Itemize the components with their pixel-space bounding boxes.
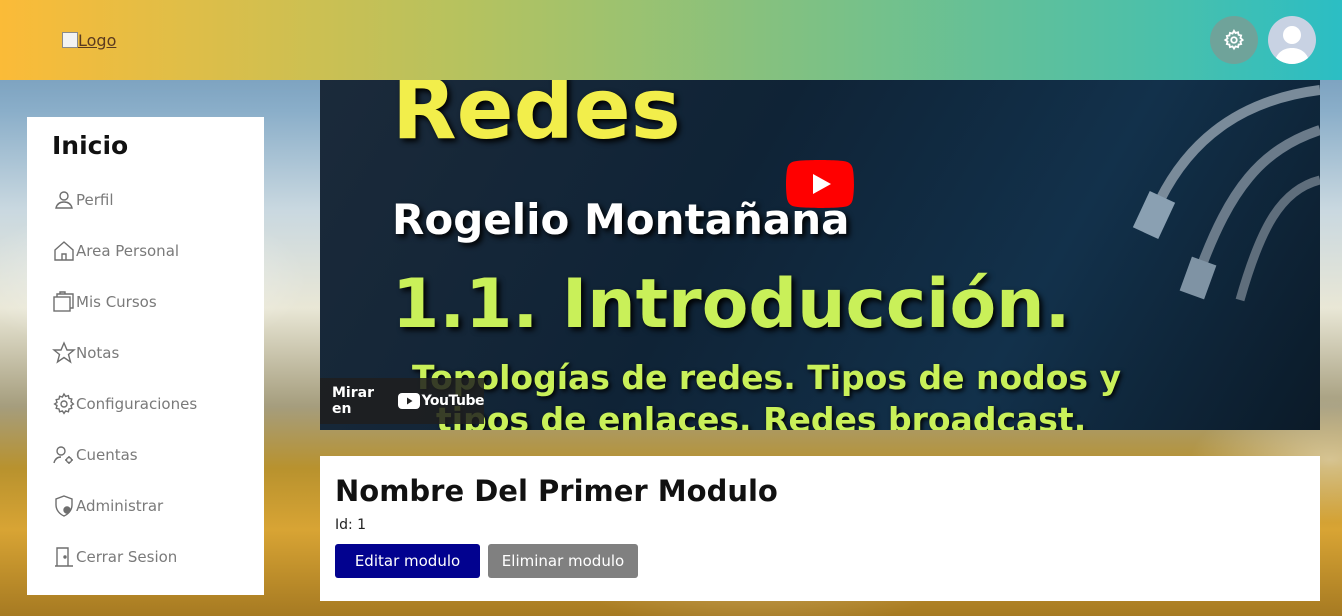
video-subtitle-line-1: Topologías de redes. Tipos de nodos y bbox=[412, 358, 1122, 397]
sidebar-item-cuentas[interactable]: Cuentas bbox=[52, 441, 138, 469]
sidebar-title: Inicio bbox=[52, 131, 129, 160]
sidebar-item-perfil[interactable]: Perfil bbox=[52, 186, 114, 214]
users-gear-icon bbox=[53, 446, 73, 464]
top-bar: Logo bbox=[0, 0, 1342, 80]
youtube-play-button[interactable] bbox=[786, 160, 854, 208]
youtube-logo: YouTube bbox=[397, 393, 485, 409]
shield-icon bbox=[55, 495, 73, 517]
sidebar-item-label: Configuraciones bbox=[76, 395, 198, 413]
delete-module-button[interactable]: Eliminar modulo bbox=[488, 544, 638, 578]
user-avatar[interactable] bbox=[1268, 16, 1316, 64]
video-author-text: Rogelio Montañana bbox=[392, 195, 850, 244]
module-name: Nombre Del Primer Modulo bbox=[335, 474, 778, 508]
door-icon bbox=[55, 547, 73, 567]
sidebar-item-label: Perfil bbox=[76, 191, 114, 209]
star-icon bbox=[52, 341, 76, 364]
sidebar-item-area-personal[interactable]: Area Personal bbox=[52, 237, 179, 265]
gear-icon bbox=[1223, 29, 1245, 51]
sidebar-item-label: Administrar bbox=[76, 497, 164, 515]
gear-icon bbox=[53, 392, 75, 415]
watch-on-label: Mirar en bbox=[332, 385, 374, 417]
broken-image-icon bbox=[62, 32, 78, 48]
sidebar-item-notas[interactable]: Notas bbox=[52, 339, 119, 367]
youtube-wordmark: YouTube bbox=[421, 393, 485, 409]
sidebar-item-configuraciones[interactable]: Configuraciones bbox=[52, 390, 197, 418]
module-id: Id: 1 bbox=[335, 517, 367, 533]
sidebar: Inicio Perfil Area Personal Mis Cursos N… bbox=[27, 117, 264, 595]
sidebar-item-label: Cuentas bbox=[76, 446, 138, 464]
logo-link[interactable]: Logo bbox=[62, 30, 116, 50]
video-subtitle-line-2: tipos de enlaces. Redes broadcast. bbox=[436, 400, 1087, 430]
sidebar-item-label: Mis Cursos bbox=[76, 293, 157, 311]
sidebar-item-label: Cerrar Sesion bbox=[76, 548, 178, 566]
logo-alt-text: Logo bbox=[78, 30, 117, 50]
video-chapter-text: 1.1. Introducción. bbox=[392, 265, 1071, 344]
module-card: Nombre Del Primer Modulo Id: 1 Editar mo… bbox=[320, 456, 1320, 601]
settings-button[interactable] bbox=[1210, 16, 1258, 64]
youtube-logo-icon bbox=[397, 393, 420, 409]
avatar-silhouette-icon bbox=[1274, 26, 1310, 64]
sidebar-item-label: Area Personal bbox=[76, 242, 180, 260]
sidebar-item-mis-cursos[interactable]: Mis Cursos bbox=[52, 288, 157, 316]
sidebar-item-administrar[interactable]: Administrar bbox=[52, 492, 163, 520]
home-icon bbox=[54, 241, 74, 261]
watch-on-youtube-button[interactable]: Mirar en YouTube bbox=[320, 378, 485, 424]
edit-module-button[interactable]: Editar modulo bbox=[335, 544, 480, 578]
youtube-video-embed[interactable]: Redes Rogelio Montañana 1.1. Introducció… bbox=[320, 80, 1320, 430]
sidebar-item-label: Notas bbox=[76, 344, 120, 362]
video-title-text: Redes bbox=[392, 80, 681, 158]
user-icon bbox=[55, 191, 73, 209]
sidebar-item-cerrar-sesion[interactable]: Cerrar Sesion bbox=[52, 543, 177, 571]
courses-icon bbox=[53, 291, 74, 312]
